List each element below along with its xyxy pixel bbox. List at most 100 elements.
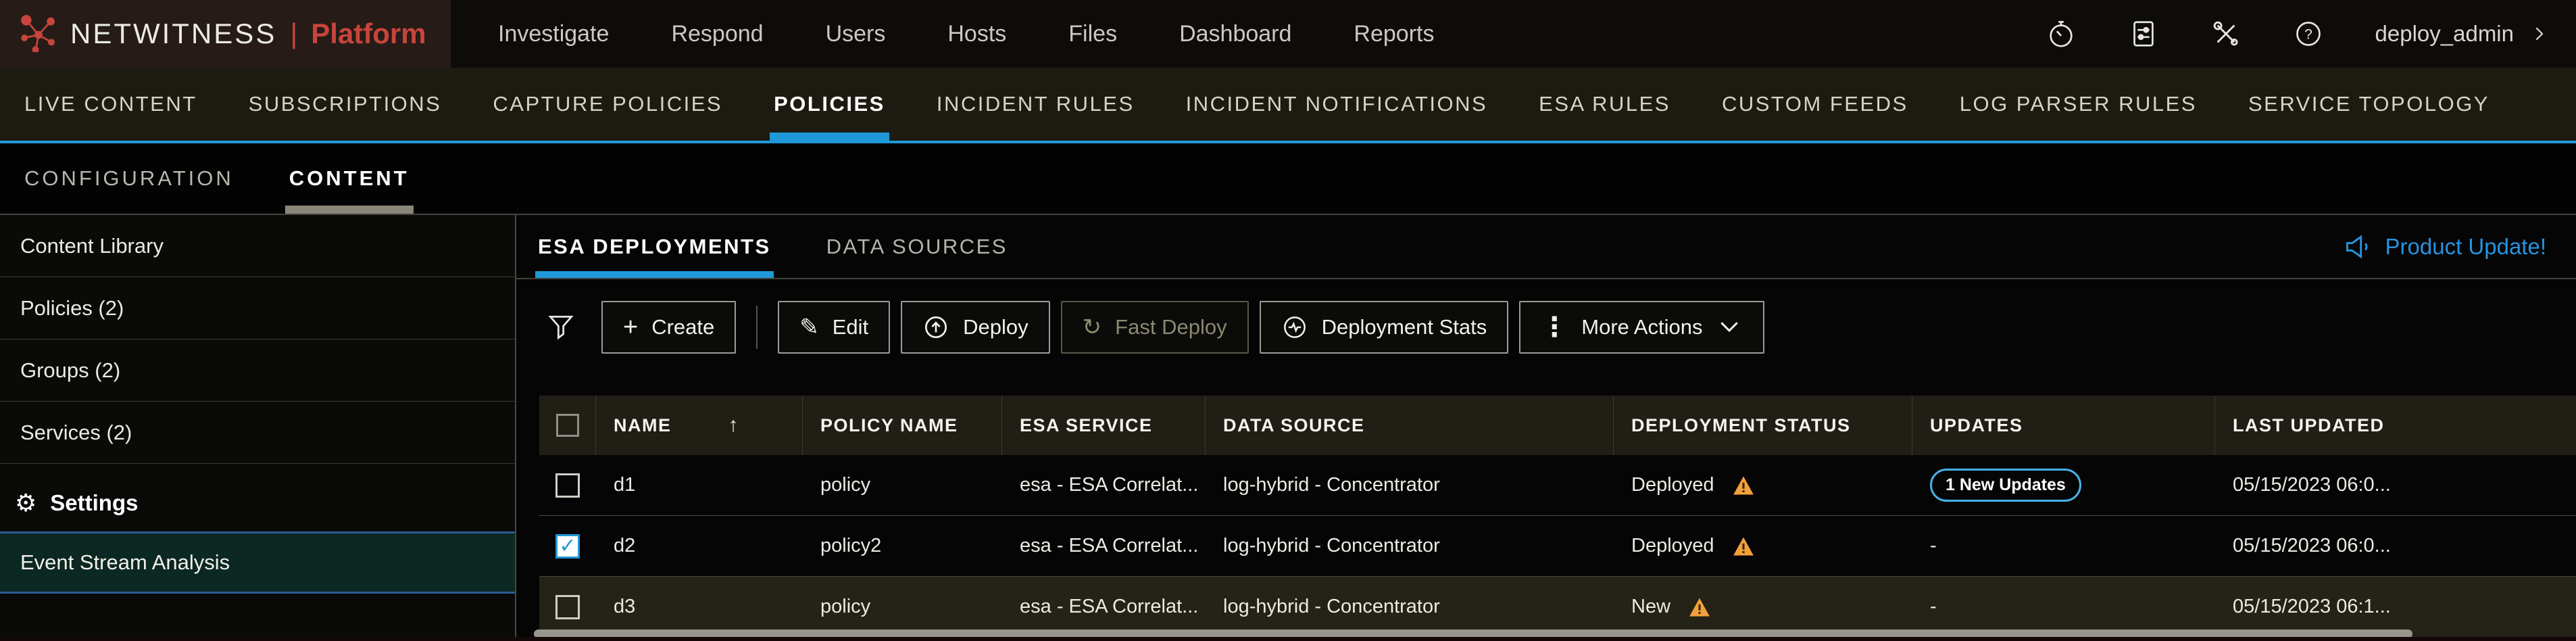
cell-name: d2 [596,535,803,557]
cell-last-updated: 05/15/2023 06:1... [2215,596,2576,618]
status-text: Deployed [1631,535,1714,557]
brand-name: NETWITNESS [70,18,276,50]
row-checkbox-d3[interactable] [555,595,580,619]
cell-last-updated: 05/15/2023 06:0... [2215,535,2576,557]
main-tabs-row: ESA DEPLOYMENTS DATA SOURCES Product Upda… [516,215,2576,279]
table-header-row: NAME↑POLICY NAMEESA SERVICEDATA SOURCEDE… [539,396,2576,455]
cell-checkbox: ✓ [539,534,596,559]
bottom-edge [0,637,2576,641]
tab-esa-deployments[interactable]: ESA DEPLOYMENTS [535,215,774,278]
column-header-deployment-status[interactable]: DEPLOYMENT STATUS [1614,396,1912,455]
updates-badge[interactable]: 1 New Updates [1930,469,2081,502]
column-header-policy-name[interactable]: POLICY NAME [803,396,1002,455]
main-tabs: ESA DEPLOYMENTS DATA SOURCES [535,215,1010,278]
brand-product: Platform [311,18,426,50]
column-header-updates[interactable]: UPDATES [1912,396,2215,455]
cell-name: d1 [596,474,803,496]
active-underline [285,206,414,214]
table-body: d1policyesa - ESA Correlat...log-hybrid … [539,455,2576,638]
nav2-item-esa-rules[interactable]: ESA RULES [1535,68,1675,141]
stats-icon [1281,314,1308,341]
sidebar-item-groups-2[interactable]: Groups (2) [0,339,515,402]
pencil-icon: ✎ [799,316,819,339]
deployments-table: NAME↑POLICY NAMEESA SERVICEDATA SOURCEDE… [539,396,2576,638]
create-button[interactable]: + Create [601,301,736,354]
cell-name: d3 [596,596,803,618]
cell-deployment-status: Deployed [1614,474,1912,497]
nav2-item-subscriptions[interactable]: SUBSCRIPTIONS [245,68,446,141]
row-checkbox-d2[interactable]: ✓ [555,534,580,559]
secondary-nav: LIVE CONTENT SUBSCRIPTIONS CAPTURE POLICIE… [0,68,2576,143]
megaphone-icon [2344,232,2373,262]
primary-nav: Investigate Respond Users Hosts Files Dashboa… [451,0,1434,68]
button-label: Fast Deploy [1115,315,1227,339]
nav-hosts[interactable]: Hosts [947,21,1006,47]
table-row-d2[interactable]: ✓d2policy2esa - ESA Correlat...log-hybri… [539,516,2576,577]
netwitness-app: NETWITNESS | Platform Investigate Respond… [0,0,2576,641]
cell-data-source: log-hybrid - Concentrator [1206,474,1614,496]
nav3-item-configuration[interactable]: CONFIGURATION [20,143,238,214]
user-menu[interactable]: deploy_admin [2375,21,2549,47]
stopwatch-icon[interactable] [2046,18,2077,49]
chevron-right-icon [2529,24,2549,44]
chevron-down-icon [1716,314,1743,341]
plus-icon: + [623,314,638,340]
status-text: New [1631,596,1670,618]
nav2-item-log-parser-rules[interactable]: LOG PARSER RULES [1956,68,2201,141]
cell-esa-service: esa - ESA Correlat... [1002,474,1206,496]
nav-files[interactable]: Files [1068,21,1117,47]
fast-deploy-button[interactable]: ↻Fast Deploy [1061,301,1249,354]
deploy-button[interactable]: Deploy [901,301,1050,354]
filter-icon[interactable] [546,312,576,342]
table-row-d3[interactable]: d3policyesa - ESA Correlat...log-hybrid … [539,577,2576,638]
gear-icon: ⚙ [15,491,36,515]
admin-tools-icon[interactable] [2210,18,2241,49]
select-all-checkbox[interactable] [556,414,579,437]
nav2-item-incident-rules[interactable]: INCIDENT RULES [933,68,1139,141]
cell-policy-name: policy2 [803,535,1002,557]
column-header-last-updated[interactable]: LAST UPDATED [2215,396,2576,455]
column-header-esa-service[interactable]: ESA SERVICE [1002,396,1206,455]
nav3-item-content[interactable]: CONTENT [285,143,414,214]
nav-reports[interactable]: Reports [1354,21,1434,47]
tertiary-nav: CONFIGURATION CONTENT [0,143,2576,215]
nav-users[interactable]: Users [826,21,886,47]
cell-updates: 1 New Updates [1912,469,2215,502]
brand-logo[interactable]: NETWITNESS | Platform [0,0,451,68]
nav2-item-live-content[interactable]: LIVE CONTENT [20,68,201,141]
jobs-icon[interactable] [2128,18,2159,49]
nav2-item-policies[interactable]: POLICIES [770,68,889,141]
active-underline [770,133,889,141]
nav2-item-capture-policies[interactable]: CAPTURE POLICIES [489,68,726,141]
sidebar-item-policies-2[interactable]: Policies (2) [0,277,515,339]
button-label: Deploy [963,315,1029,339]
deployment-stats-button[interactable]: Deployment Stats [1260,301,1509,354]
cell-data-source: log-hybrid - Concentrator [1206,596,1614,618]
nav2-item-incident-notifications[interactable]: INCIDENT NOTIFICATIONS [1182,68,1492,141]
product-update-link[interactable]: Product Update! [2344,215,2546,278]
cell-esa-service: esa - ESA Correlat... [1002,535,1206,557]
table-row-d1[interactable]: d1policyesa - ESA Correlat...log-hybrid … [539,455,2576,516]
cell-updates: - [1912,535,2215,557]
cell-last-updated: 05/15/2023 06:0... [2215,474,2576,496]
nav2-item-service-topology[interactable]: SERVICE TOPOLOGY [2244,68,2494,141]
more-actions-button[interactable]: ⋮More Actions [1519,301,1764,354]
sort-asc-icon: ↑ [728,414,740,437]
svg-text:?: ? [2304,27,2312,43]
nav2-item-custom-feeds[interactable]: CUSTOM FEEDS [1718,68,1912,141]
sidebar-item-event-stream-analysis[interactable]: Event Stream Analysis [0,531,515,594]
cell-esa-service: esa - ESA Correlat... [1002,596,1206,618]
nav-dashboard[interactable]: Dashboard [1179,21,1291,47]
column-header-data-source[interactable]: DATA SOURCE [1206,396,1614,455]
column-header-name[interactable]: NAME↑ [596,396,803,455]
sidebar-item-content-library[interactable]: Content Library [0,215,515,277]
tab-data-sources[interactable]: DATA SOURCES [824,215,1010,278]
nav-investigate[interactable]: Investigate [498,21,609,47]
help-icon[interactable]: ? [2293,18,2324,49]
nav-respond[interactable]: Respond [671,21,763,47]
updates-text: - [1930,535,1937,557]
edit-button[interactable]: ✎Edit [778,301,890,354]
row-checkbox-d1[interactable] [555,473,580,498]
sidebar-item-services-2[interactable]: Services (2) [0,402,515,464]
button-label: Create [651,315,714,339]
